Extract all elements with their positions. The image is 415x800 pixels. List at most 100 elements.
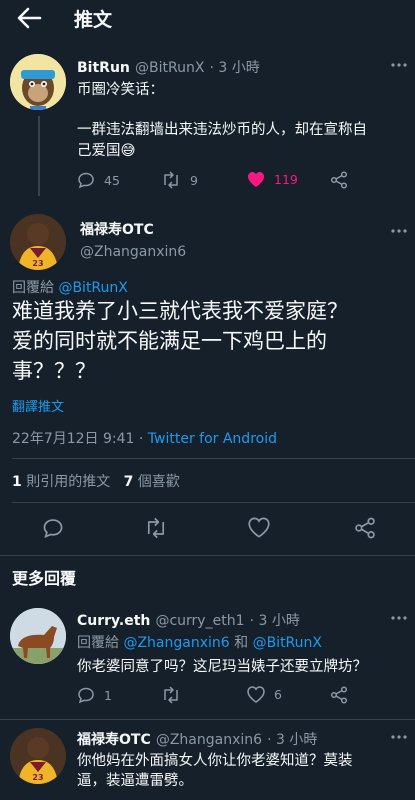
reply1-actions: 1 6	[77, 686, 407, 708]
share-icon	[330, 686, 348, 704]
avatar-fulushou[interactable]: 23	[10, 214, 66, 270]
quote-count: 1	[12, 474, 22, 490]
page-title: 推文	[74, 9, 113, 31]
reply-to-link[interactable]: @BitRunX	[58, 280, 127, 296]
like-button[interactable]: 6	[247, 686, 282, 703]
reply-to-link[interactable]: @Zhanganxin6	[123, 635, 229, 651]
more-replies-heading: 更多回覆	[12, 569, 77, 588]
reply-icon	[78, 172, 94, 189]
tweet-text-line: 一群违法翻墙出来违法炒币的人，却在宣称自	[77, 122, 367, 138]
more-options-icon[interactable]	[391, 228, 407, 234]
reply-button[interactable]: 1	[77, 686, 112, 704]
reply-prefix: 回覆給	[77, 635, 119, 651]
reply-icon	[78, 687, 94, 704]
main-tweet-actions	[0, 517, 415, 539]
likes-stat[interactable]: 7 個喜歡	[124, 474, 180, 490]
heart-filled-icon	[248, 172, 264, 187]
tweet-source[interactable]: Twitter for Android	[148, 431, 277, 447]
player-avatar-icon: 23	[10, 214, 66, 270]
author-name[interactable]: Curry.eth	[77, 613, 150, 629]
tweet-text-line: 爱的同时就不能满足一下鸡巴上的	[12, 329, 327, 353]
like-button[interactable]: 119	[247, 171, 298, 188]
quotes-stat[interactable]: 1 則引用的推文	[12, 474, 110, 490]
share-icon	[355, 517, 375, 539]
reply2-header: 福禄寿OTC @Zhanganxin6 · 3 小時	[77, 729, 317, 749]
like-count: 119	[274, 172, 298, 187]
retweet-button[interactable]	[144, 517, 168, 539]
share-button[interactable]	[330, 171, 348, 189]
reply-to-link[interactable]: @BitRunX	[253, 635, 322, 651]
retweet-count: 9	[190, 172, 198, 188]
more-options-icon[interactable]	[391, 615, 407, 621]
reply-text: 你他妈在外面搞女人你让你老婆知道？莫装 逼，装逼遭雷劈。	[77, 751, 407, 791]
svg-text:23: 23	[32, 259, 43, 268]
reply-context: 回覆給 @Zhanganxin6 和 @BitRunX	[77, 632, 322, 652]
tweet-date[interactable]: 22年7月12日 9:41 ·	[12, 431, 148, 447]
translate-link[interactable]: 翻譯推文	[12, 396, 64, 415]
tweet-text-line: 你他妈在外面搞女人你让你老婆知道？莫装	[77, 753, 353, 769]
parent-tweet-header: BitRun @BitRunX · 3 小時	[77, 57, 260, 77]
horse-avatar-icon	[10, 608, 66, 664]
reply-button[interactable]: 45	[77, 171, 120, 189]
tweet-text-line: 逼，装逼遭雷劈。	[77, 773, 193, 789]
reply-count: 45	[104, 172, 120, 188]
author-name[interactable]: BitRun	[77, 60, 130, 76]
ape-avatar-icon	[10, 54, 66, 110]
reply-count: 1	[104, 687, 112, 703]
reply-text: 你老婆同意了吗？这尼玛当婊子还要立牌坊？	[77, 659, 367, 675]
heart-icon	[248, 517, 270, 538]
author-handle[interactable]: @BitRunX	[135, 60, 204, 76]
tweet-stats: 1 則引用的推文 7 個喜歡	[12, 471, 180, 491]
tweet-text-line: 己爱国😅	[77, 143, 136, 159]
author-handle[interactable]: @Zhanganxin6	[156, 732, 262, 748]
parent-tweet-text: 币圈冷笑话： 一群违法翻墙出来违法炒币的人，却在宣称自 己爱国😅	[77, 80, 407, 162]
reply-button[interactable]	[42, 517, 64, 539]
more-options-icon[interactable]	[391, 62, 407, 68]
svg-text:23: 23	[32, 773, 43, 782]
main-tweet-text: 难道我养了小三就代表我不爱家庭？ 爱的同时就不能满足一下鸡巴上的 事？？？	[12, 296, 407, 386]
tweet-date-line: 22年7月12日 9:41 · Twitter for Android	[12, 428, 277, 448]
reply-icon	[43, 519, 63, 538]
author-handle[interactable]: @Zhanganxin6	[80, 244, 186, 260]
top-bar: 推文	[0, 0, 415, 36]
divider	[0, 719, 415, 720]
more-options-icon[interactable]	[391, 734, 407, 740]
reply-context: 回覆給 @BitRunX	[12, 277, 128, 297]
heart-icon	[247, 686, 265, 703]
reply1-header: Curry.eth @curry_eth1 · 3 小時	[77, 610, 300, 630]
and-word: 和	[234, 635, 249, 651]
avatar-fulushou[interactable]: 23	[10, 728, 66, 784]
avatar-curry[interactable]	[10, 608, 66, 664]
divider	[12, 458, 415, 459]
divider	[0, 555, 415, 556]
likes-stat-count: 7	[123, 474, 134, 490]
divider	[12, 502, 415, 503]
back-arrow-icon[interactable]	[16, 6, 42, 30]
tweet-time[interactable]: · 3 小時	[210, 60, 260, 76]
retweet-icon	[164, 686, 178, 704]
share-button[interactable]	[330, 686, 348, 704]
player-avatar-icon: 23	[10, 728, 66, 784]
like-button[interactable]	[248, 517, 270, 538]
tweet-time[interactable]: · 3 小時	[250, 613, 300, 629]
parent-tweet-actions: 45 9 119	[77, 171, 407, 193]
thread-line	[38, 116, 40, 196]
author-name[interactable]: 福禄寿OTC	[77, 732, 151, 748]
tweet-text-line: 事？？？	[12, 359, 96, 383]
likes-stat-label: 個喜歡	[137, 474, 180, 490]
quote-label: 則引用的推文	[26, 474, 111, 490]
author-handle[interactable]: @curry_eth1	[155, 613, 244, 629]
tweet-time[interactable]: · 3 小時	[267, 732, 317, 748]
avatar-bitrun[interactable]	[10, 54, 66, 110]
tweet-text-line: 难道我养了小三就代表我不爱家庭？	[12, 299, 348, 323]
author-name[interactable]: 福禄寿OTC	[80, 219, 154, 239]
share-icon	[330, 171, 348, 189]
like-count: 6	[274, 687, 282, 702]
retweet-button[interactable]	[161, 686, 181, 704]
retweet-icon	[147, 517, 165, 539]
tweet-text-line: 币圈冷笑话：	[77, 82, 164, 98]
reply-prefix: 回覆給	[12, 280, 54, 296]
retweet-icon	[164, 171, 178, 189]
share-button[interactable]	[354, 517, 376, 539]
retweet-button[interactable]: 9	[161, 171, 198, 189]
